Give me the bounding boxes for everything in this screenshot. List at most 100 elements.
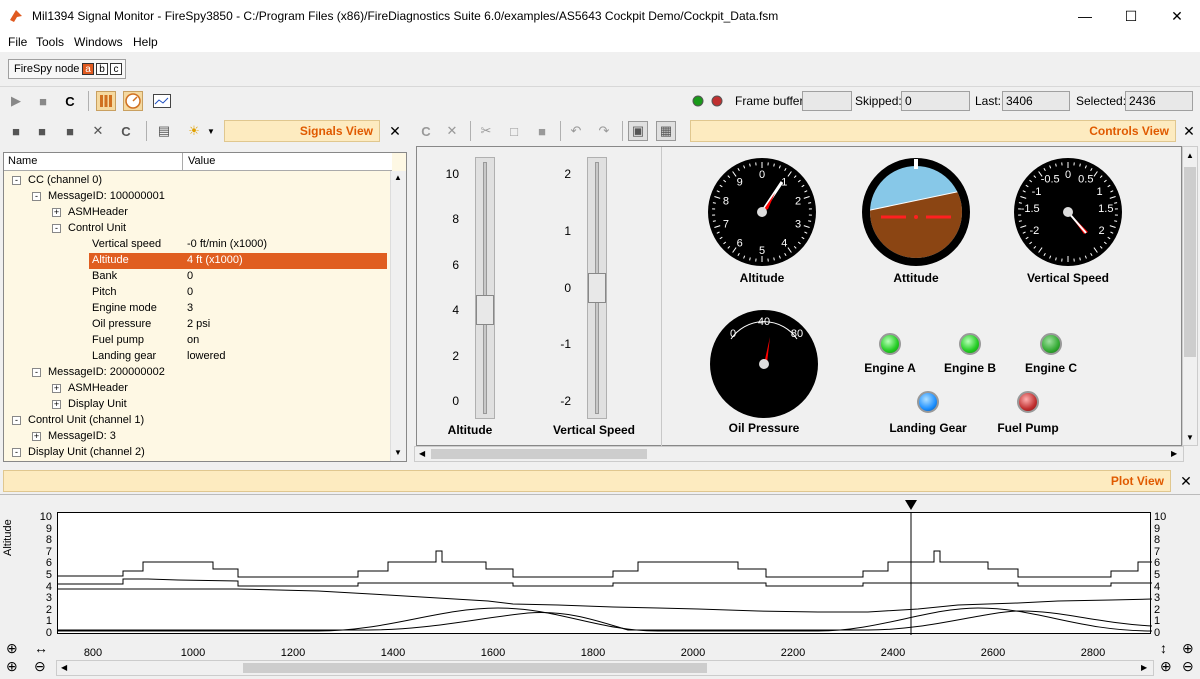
- tree-scrollbar[interactable]: ▲ ▼: [390, 171, 406, 461]
- pan-vertical-icon[interactable]: ↕: [1160, 640, 1167, 656]
- close-window-button[interactable]: ✕: [1154, 0, 1200, 32]
- lock-icon[interactable]: ▣: [628, 121, 648, 141]
- last-label: Last:: [975, 94, 1002, 108]
- grid-icon[interactable]: ▦: [656, 121, 676, 141]
- tree-row[interactable]: Fuel pump on: [4, 333, 390, 349]
- collapse-icon[interactable]: -: [32, 368, 41, 377]
- expand-icon[interactable]: +: [52, 400, 61, 409]
- plot-hscrollbar[interactable]: ◀ ▶: [56, 660, 1154, 676]
- node-box-c[interactable]: c: [110, 63, 122, 75]
- import-signal-icon[interactable]: ■: [60, 121, 80, 141]
- tree-row[interactable]: Engine mode 3: [4, 301, 390, 317]
- highlight-icon[interactable]: ☀: [184, 121, 204, 141]
- trace-vspeed: [58, 578, 1152, 587]
- tree-row[interactable]: Landing gear lowered: [4, 349, 390, 365]
- clear-controls-icon[interactable]: C: [416, 121, 436, 141]
- tree-row[interactable]: Bank 0: [4, 269, 390, 285]
- plot-view-toggle-icon[interactable]: [152, 91, 172, 111]
- zoom-in-y-right-icon[interactable]: ⊕: [1182, 640, 1194, 657]
- tree-row[interactable]: - MessageID: 100000001: [4, 189, 390, 205]
- altitude-slider-track[interactable]: [475, 157, 495, 419]
- expand-icon[interactable]: +: [52, 384, 61, 393]
- paste-icon[interactable]: ■: [532, 121, 552, 141]
- collapse-icon[interactable]: -: [12, 448, 21, 457]
- zoom-in-y-icon[interactable]: ⊕: [6, 640, 18, 657]
- properties-icon[interactable]: ▤: [154, 121, 174, 141]
- tree-row[interactable]: - Control Unit: [4, 221, 390, 237]
- zoom-out-x-icon[interactable]: ⊖: [34, 658, 46, 675]
- copy-icon[interactable]: □: [504, 121, 524, 141]
- tree-row[interactable]: + MessageID: 3: [4, 429, 390, 445]
- close-icon[interactable]: ✕: [386, 122, 404, 140]
- scroll-thumb[interactable]: [431, 449, 647, 459]
- tree-row[interactable]: Altitude 4 ft (x1000): [4, 253, 390, 269]
- node-box-a[interactable]: a: [82, 63, 94, 75]
- minimize-button[interactable]: —: [1062, 0, 1108, 32]
- signals-tree[interactable]: Name Value - CC (channel 0) - MessageID: 10…: [3, 152, 407, 462]
- undo-icon[interactable]: ↶: [566, 121, 586, 141]
- scroll-down-icon[interactable]: ▼: [1186, 433, 1194, 442]
- column-divider[interactable]: [182, 153, 183, 171]
- tree-row[interactable]: - Display Unit (channel 2): [4, 445, 390, 461]
- column-name[interactable]: Name: [8, 155, 37, 167]
- altitude-slider-thumb[interactable]: [476, 295, 494, 326]
- tree-row[interactable]: Vertical speed -0 ft/min (x1000): [4, 237, 390, 253]
- stop-icon[interactable]: ■: [33, 91, 53, 111]
- controls-view-toggle-icon[interactable]: [123, 91, 143, 111]
- expand-icon[interactable]: +: [32, 432, 41, 441]
- scroll-right-icon[interactable]: ▶: [1141, 663, 1147, 672]
- delete-signal-icon[interactable]: ✕: [88, 121, 108, 141]
- tree-row[interactable]: + ASMHeader: [4, 381, 390, 397]
- collapse-icon[interactable]: -: [32, 192, 41, 201]
- scroll-thumb[interactable]: [243, 663, 707, 673]
- scroll-right-icon[interactable]: ▶: [1171, 449, 1177, 458]
- tree-row[interactable]: + Display Unit: [4, 397, 390, 413]
- close-icon[interactable]: ✕: [1177, 472, 1195, 490]
- collapse-icon[interactable]: -: [52, 224, 61, 233]
- controls-vscrollbar[interactable]: ▲ ▼: [1182, 146, 1198, 446]
- menu-help[interactable]: Help: [133, 35, 158, 49]
- scroll-thumb[interactable]: [1184, 167, 1196, 357]
- menu-tools[interactable]: Tools: [36, 35, 64, 49]
- plot-xtick: 1200: [280, 647, 306, 659]
- column-value[interactable]: Value: [188, 155, 215, 167]
- zoom-in-right-icon[interactable]: ⊕: [1160, 658, 1172, 675]
- cut-icon[interactable]: ✂: [476, 121, 496, 141]
- menu-windows[interactable]: Windows: [74, 35, 123, 49]
- tree-row[interactable]: + ASMHeader: [4, 205, 390, 221]
- clear-signals-icon[interactable]: C: [116, 121, 136, 141]
- collapse-icon[interactable]: -: [12, 176, 21, 185]
- scroll-up-icon[interactable]: ▲: [1186, 151, 1194, 160]
- tree-row[interactable]: - CC (channel 0): [4, 173, 390, 189]
- tree-row[interactable]: Pitch 0: [4, 285, 390, 301]
- tree-row[interactable]: - MessageID: 200000002: [4, 365, 390, 381]
- pan-horizontal-icon[interactable]: ↔: [34, 640, 48, 656]
- scroll-left-icon[interactable]: ◀: [61, 663, 67, 672]
- plot-area[interactable]: [57, 512, 1153, 635]
- add-signal-icon[interactable]: ■: [6, 121, 26, 141]
- expand-icon[interactable]: +: [52, 208, 61, 217]
- vspeed-slider-thumb[interactable]: [588, 272, 606, 303]
- tree-row[interactable]: - Control Unit (channel 1): [4, 413, 390, 429]
- collapse-icon[interactable]: -: [12, 416, 21, 425]
- close-icon[interactable]: ✕: [1180, 122, 1198, 140]
- edit-signal-icon[interactable]: ■: [32, 121, 52, 141]
- tree-row[interactable]: Oil pressure 2 psi: [4, 317, 390, 333]
- scroll-down-icon[interactable]: ▼: [394, 448, 402, 457]
- play-icon[interactable]: ▶: [6, 91, 26, 111]
- clear-icon[interactable]: C: [60, 91, 80, 111]
- delete-control-icon[interactable]: ✕: [442, 121, 462, 141]
- cursor-marker-icon[interactable]: [905, 500, 917, 510]
- zoom-in-x-icon[interactable]: ⊕: [6, 658, 18, 675]
- maximize-button[interactable]: ☐: [1108, 0, 1154, 32]
- scroll-up-icon[interactable]: ▲: [394, 173, 402, 182]
- signals-view-toggle-icon[interactable]: [96, 91, 116, 111]
- controls-hscrollbar[interactable]: ◀ ▶: [414, 446, 1184, 462]
- chevron-down-icon[interactable]: ▼: [207, 127, 215, 136]
- redo-icon[interactable]: ↷: [594, 121, 614, 141]
- scroll-left-icon[interactable]: ◀: [419, 449, 425, 458]
- firespy-node-button[interactable]: FireSpy node a b c: [8, 59, 126, 79]
- menu-file[interactable]: File: [8, 35, 27, 49]
- node-box-b[interactable]: b: [96, 63, 108, 75]
- zoom-out-y-icon[interactable]: ⊖: [1182, 658, 1194, 675]
